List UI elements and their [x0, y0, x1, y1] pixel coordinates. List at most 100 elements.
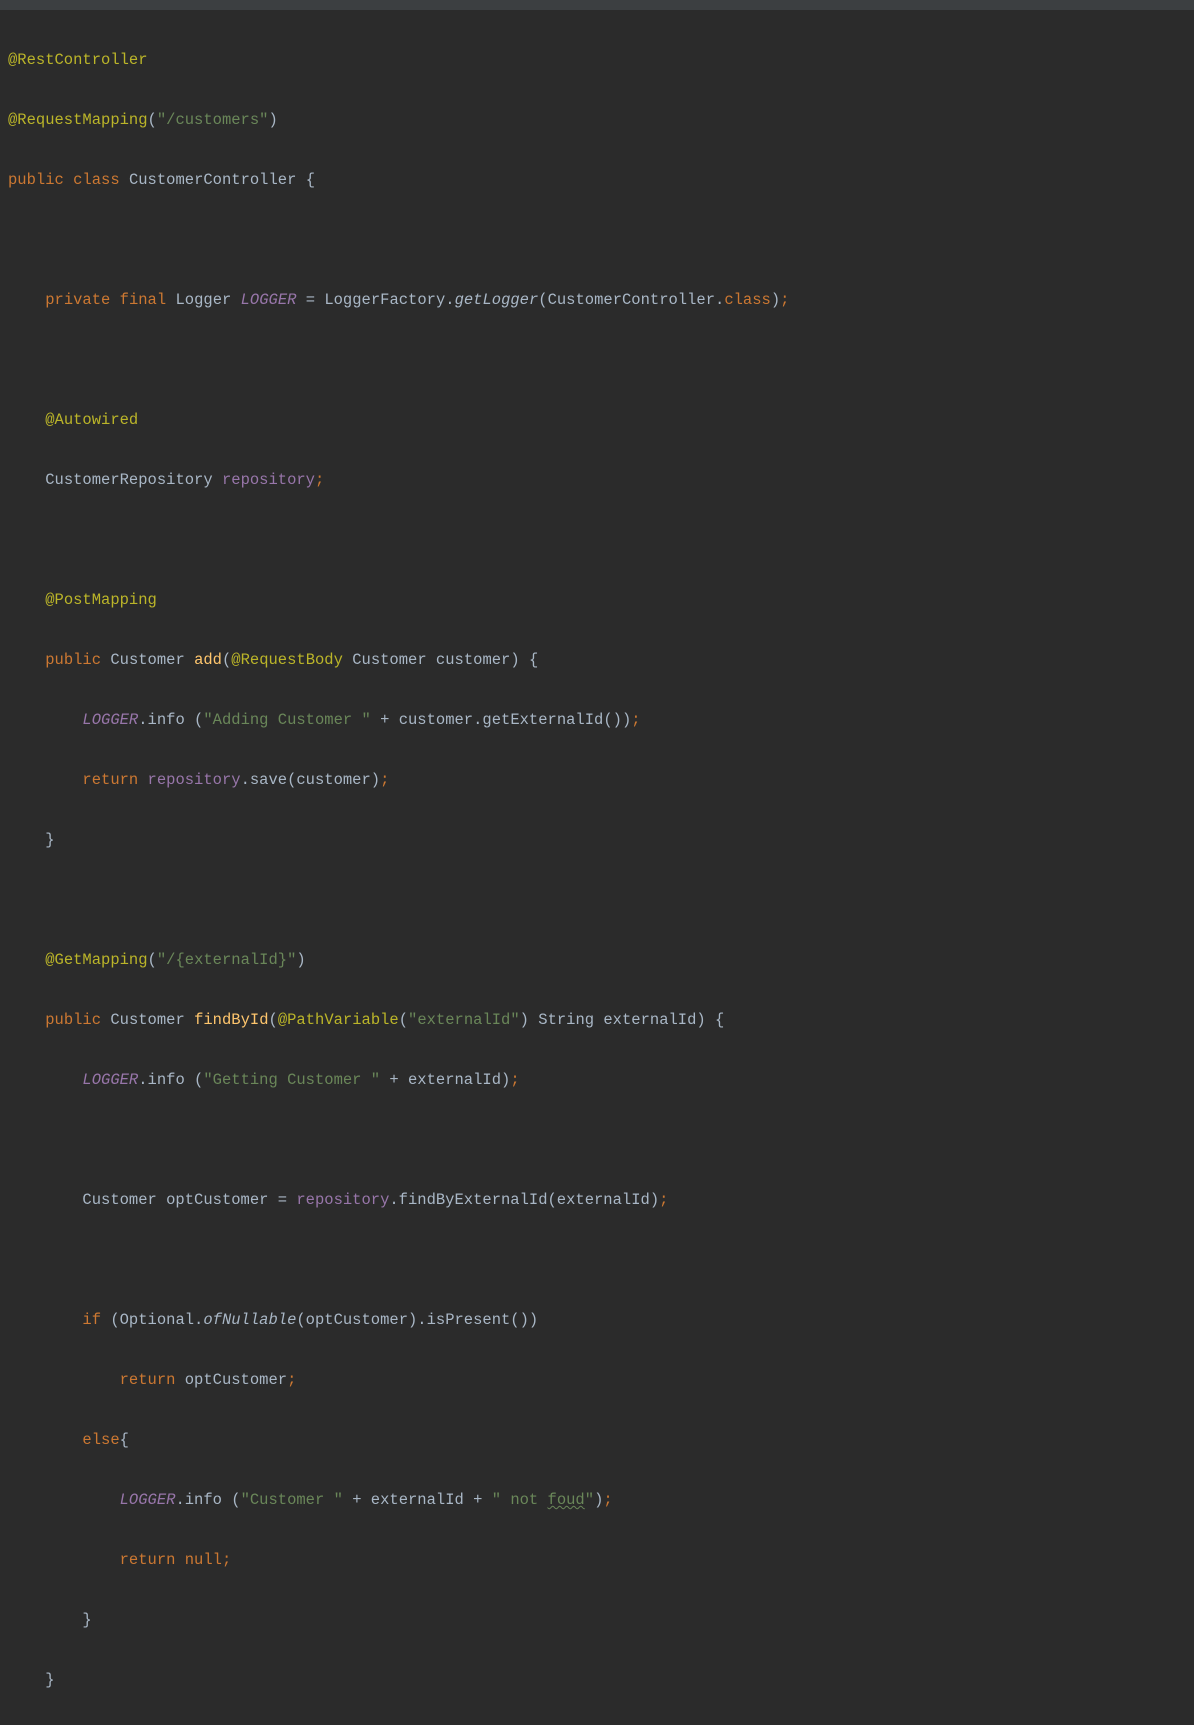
string-literal: "/{externalId}" [157, 951, 297, 969]
type: Logger [175, 291, 231, 309]
code-line[interactable]: CustomerRepository repository; [0, 465, 1194, 495]
code-line[interactable]: public Customer findById(@PathVariable("… [0, 1005, 1194, 1035]
class-name: CustomerController [129, 171, 296, 189]
string-literal: "/customers" [157, 111, 269, 129]
keyword: final [120, 291, 167, 309]
brace: } [45, 831, 54, 849]
semicolon: ; [659, 1191, 668, 1209]
type: CustomerRepository [45, 471, 212, 489]
code-line[interactable] [0, 525, 1194, 555]
text: Customer optCustomer = [82, 1191, 296, 1209]
type: Customer [110, 1011, 184, 1029]
reference: LoggerFactory. [324, 291, 454, 309]
text: (Optional. [101, 1311, 203, 1329]
code-line[interactable]: @PostMapping [0, 585, 1194, 615]
semicolon: ; [631, 711, 640, 729]
text: .findByExternalId(externalId) [389, 1191, 659, 1209]
field: repository [222, 471, 315, 489]
code-line[interactable] [0, 1245, 1194, 1275]
code-line[interactable]: } [0, 825, 1194, 855]
brace: } [82, 1611, 91, 1629]
code-line[interactable]: return null; [0, 1545, 1194, 1575]
code-line[interactable]: return optCustomer; [0, 1365, 1194, 1395]
annotation: @Autowired [45, 411, 138, 429]
keyword: null [185, 1551, 222, 1569]
code-line[interactable] [0, 345, 1194, 375]
static-method: getLogger [455, 291, 539, 309]
paren: ) [268, 111, 277, 129]
annotation: @RequestBody [231, 651, 343, 669]
code-line[interactable]: Customer optCustomer = repository.findBy… [0, 1185, 1194, 1215]
semicolon: ; [780, 291, 789, 309]
text: + externalId + [343, 1491, 492, 1509]
typo: foud [548, 1491, 585, 1509]
annotation: @RequestMapping [8, 111, 148, 129]
annotation: @GetMapping [45, 951, 147, 969]
editor-top-bar [0, 0, 1194, 10]
semicolon: ; [510, 1071, 519, 1089]
string-literal: "Adding Customer " [203, 711, 370, 729]
code-line[interactable]: } [0, 1605, 1194, 1635]
method-call: .info ( [138, 711, 203, 729]
paren: ( [222, 651, 231, 669]
string-literal: "Customer " [241, 1491, 343, 1509]
method-call: .info ( [138, 1071, 203, 1089]
keyword: public [8, 171, 64, 189]
keyword: public [45, 1011, 101, 1029]
operator: = [296, 291, 324, 309]
keyword: class [73, 171, 120, 189]
code-line[interactable]: @Autowired [0, 405, 1194, 435]
paren: ) [771, 291, 780, 309]
keyword: private [45, 291, 110, 309]
field: LOGGER [82, 1071, 138, 1089]
code-editor[interactable]: @RestController @RequestMapping("/custom… [0, 10, 1194, 1725]
paren: ( [399, 1011, 408, 1029]
string-literal: " [585, 1491, 594, 1509]
code-line[interactable]: public Customer add(@RequestBody Custome… [0, 645, 1194, 675]
string-literal: " not [492, 1491, 548, 1509]
code-line[interactable]: else{ [0, 1425, 1194, 1455]
brace: { [120, 1431, 129, 1449]
type: Customer [110, 651, 184, 669]
string-literal: "Getting Customer " [203, 1071, 380, 1089]
field: repository [296, 1191, 389, 1209]
code-line[interactable]: } [0, 1665, 1194, 1695]
code-line[interactable]: @RequestMapping("/customers") [0, 105, 1194, 135]
code-line[interactable]: public class CustomerController { [0, 165, 1194, 195]
semicolon: ; [222, 1551, 231, 1569]
params: Customer customer) { [343, 651, 538, 669]
code-line[interactable]: private final Logger LOGGER = LoggerFact… [0, 285, 1194, 315]
code-line[interactable] [0, 225, 1194, 255]
paren: ( [148, 951, 157, 969]
text: .save(customer) [241, 771, 381, 789]
code-line[interactable]: if (Optional.ofNullable(optCustomer).isP… [0, 1305, 1194, 1335]
code-line[interactable] [0, 885, 1194, 915]
code-line[interactable]: LOGGER.info ("Getting Customer " + exter… [0, 1065, 1194, 1095]
semicolon: ; [315, 471, 324, 489]
field: LOGGER [120, 1491, 176, 1509]
code-line[interactable]: @RestController [0, 45, 1194, 75]
code-line[interactable]: LOGGER.info ("Adding Customer " + custom… [0, 705, 1194, 735]
method-call: .info ( [175, 1491, 240, 1509]
keyword: return [82, 771, 138, 789]
code-line[interactable]: LOGGER.info ("Customer " + externalId + … [0, 1485, 1194, 1515]
text: optCustomer [175, 1371, 287, 1389]
paren: ) [296, 951, 305, 969]
params: ) String externalId) { [520, 1011, 725, 1029]
keyword: class [724, 291, 771, 309]
method-name: add [194, 651, 222, 669]
text: (optCustomer).isPresent()) [296, 1311, 538, 1329]
field: repository [148, 771, 241, 789]
paren: ) [594, 1491, 603, 1509]
field: LOGGER [82, 711, 138, 729]
keyword: public [45, 651, 101, 669]
text: + customer.getExternalId()) [371, 711, 631, 729]
text: (CustomerController. [538, 291, 724, 309]
annotation: @PostMapping [45, 591, 157, 609]
code-line[interactable] [0, 1125, 1194, 1155]
code-line[interactable]: return repository.save(customer); [0, 765, 1194, 795]
paren: ( [269, 1011, 278, 1029]
field: LOGGER [241, 291, 297, 309]
paren: ( [148, 111, 157, 129]
code-line[interactable]: @GetMapping("/{externalId}") [0, 945, 1194, 975]
